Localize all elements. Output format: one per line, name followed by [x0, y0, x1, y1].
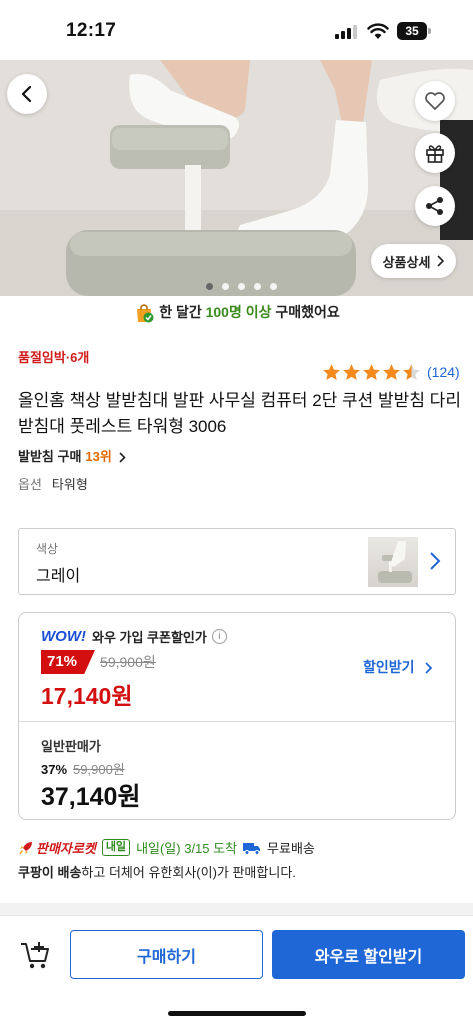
normal-price: 37,140원	[41, 783, 141, 811]
cellular-signal-icon	[335, 25, 359, 39]
chevron-right-icon	[119, 452, 127, 463]
wow-price-header: WOW! 와우 가입 쿠폰할인가 i	[41, 627, 227, 646]
carousel-indicator	[206, 283, 277, 290]
truck-icon	[243, 842, 261, 855]
selected-option: 옵션 타워형	[18, 474, 88, 493]
carousel-dot	[270, 283, 277, 290]
star-icon	[343, 364, 360, 380]
free-shipping: 무료배송	[267, 841, 315, 856]
back-button[interactable]	[7, 74, 47, 114]
seller-info: 쿠팡이 배송하고 더체어 유한회사(이)가 판매합니다.	[18, 862, 296, 881]
rank-category: 발받침 구매	[18, 449, 82, 464]
review-count[interactable]: (124)	[427, 364, 460, 380]
product-detail-button[interactable]: 상품상세	[371, 244, 456, 278]
stock-alert: 품절임박·6개	[18, 350, 90, 365]
purchase-count-suffix: 구매했어요	[271, 304, 340, 320]
bottom-action-bar: 구매하기 와우로 할인받기	[0, 915, 473, 1024]
option-value: 타워형	[51, 477, 88, 492]
status-bar: 12:17 35	[0, 0, 473, 60]
home-indicator	[168, 1011, 306, 1016]
wifi-icon	[367, 23, 389, 39]
carousel-dot	[238, 283, 245, 290]
info-icon[interactable]: i	[211, 629, 227, 644]
wow-logo: WOW!	[41, 628, 86, 645]
rocket-label: 판매자로켓	[36, 841, 96, 856]
purchase-count-banner: 한 달간 100명 이상 구매했어요	[0, 302, 473, 324]
chevron-left-icon	[21, 85, 32, 103]
normal-price-label: 일반판매가	[41, 739, 101, 754]
product-detail-label: 상품상세	[382, 254, 431, 270]
tomorrow-badge: 내일	[101, 839, 131, 856]
seller-name: 쿠팡이 배송	[18, 865, 82, 880]
price-box: WOW! 와우 가입 쿠폰할인가 i 71% 59,900원 17,140원 할…	[18, 612, 456, 820]
wow-price-label: 와우 가입 쿠폰할인가	[91, 630, 207, 645]
wow-discount-button[interactable]: 와우로 할인받기	[272, 930, 465, 979]
shopping-bag-icon	[137, 304, 154, 323]
chevron-right-icon	[430, 552, 441, 570]
color-selector[interactable]: 색상 그레이	[18, 528, 456, 595]
share-button[interactable]	[415, 186, 455, 226]
original-price: 59,900원	[100, 654, 156, 670]
wishlist-button[interactable]	[415, 81, 455, 121]
carousel-dot	[206, 283, 213, 290]
star-icon	[403, 364, 420, 380]
buy-button[interactable]: 구매하기	[70, 930, 263, 979]
color-value: 그레이	[36, 568, 81, 585]
battery-level: 35	[397, 22, 427, 40]
rating-stars	[322, 363, 421, 381]
normal-discount-row: 37% 59,900원	[41, 759, 125, 778]
wow-discount-row: 71% 59,900원	[41, 650, 156, 674]
color-label: 색상	[36, 542, 59, 556]
gift-button[interactable]	[415, 133, 455, 173]
star-icon	[383, 364, 400, 380]
share-icon	[426, 197, 443, 215]
normal-original-price: 59,900원	[73, 762, 125, 777]
normal-discount-rate: 37%	[41, 762, 68, 777]
carousel-dot	[222, 283, 229, 290]
product-title: 올인홈 책상 발받침대 발판 사무실 컴퓨터 2단 쿠션 발받침 다리받침대 풋…	[18, 391, 461, 436]
product-rating[interactable]: (124)	[322, 363, 460, 381]
add-to-cart-icon[interactable]	[18, 938, 52, 972]
purchase-count-highlight: 100명 이상	[205, 304, 272, 320]
purchase-count-prefix: 한 달간	[159, 304, 206, 320]
star-icon	[363, 364, 380, 380]
chevron-right-icon	[425, 662, 433, 674]
rocket-icon	[19, 841, 32, 854]
price-divider	[19, 721, 455, 722]
star-icon	[323, 364, 340, 380]
status-time: 12:17	[66, 20, 117, 41]
carousel-dot	[254, 283, 261, 290]
rank-value: 13위	[85, 449, 112, 464]
category-rank[interactable]: 발받침 구매 13위	[18, 446, 127, 465]
option-key: 옵션	[18, 477, 42, 492]
get-coupon-link[interactable]: 할인받기	[363, 657, 433, 677]
gift-icon	[426, 145, 444, 163]
heart-icon	[425, 92, 445, 110]
section-divider	[0, 903, 473, 915]
get-coupon-label: 할인받기	[363, 659, 415, 675]
color-thumbnail	[368, 537, 418, 587]
chevron-right-icon	[437, 255, 445, 267]
wow-price: 17,140원	[41, 683, 133, 709]
delivery-eta: 내일(일) 3/15 도착	[136, 841, 238, 856]
seller-suffix: 하고 더체어 유한회사(이)가 판매합니다.	[81, 865, 296, 880]
discount-rate-badge: 71%	[41, 650, 96, 674]
battery-icon: 35	[397, 22, 431, 40]
product-image-carousel[interactable]: 상품상세	[0, 60, 473, 296]
delivery-info: 판매자로켓 내일 내일(일) 3/15 도착 무료배송	[18, 838, 315, 857]
